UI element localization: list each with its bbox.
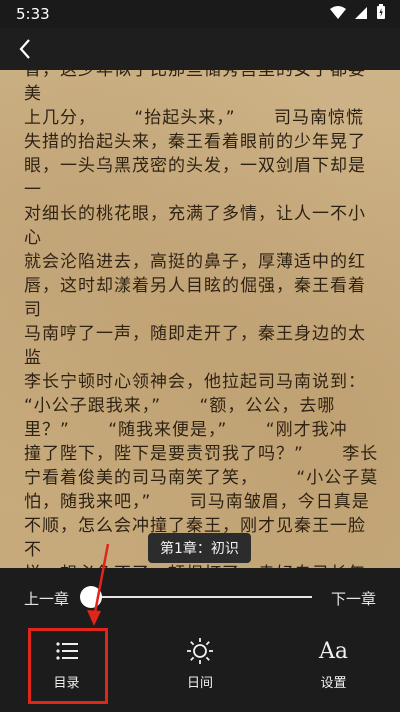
font-settings-icon: Aa (318, 638, 348, 664)
text-line: 唇，这时却漾着另人目眩的倔强，秦王看着司 (24, 276, 366, 320)
reader-top-bar (0, 28, 400, 70)
text-line: 李长宁顿时心领神会，他拉起司马南说到： (24, 372, 366, 392)
status-icons (330, 4, 386, 24)
reader-page[interactable]: 曾，这少年似乎比那些储秀宫里的女子都要美上几分， “抬起头来，” 司马南惊慌 失措… (0, 70, 400, 568)
chevron-left-icon (19, 39, 30, 59)
text-line: 上几分， “抬起头来，” 司马南惊慌 (24, 108, 364, 128)
chapter-progress-thumb[interactable] (80, 586, 102, 608)
text-line: 对细长的桃花眼，充满了多情，让人一不小心 (24, 204, 366, 248)
chapter-progress-track[interactable] (92, 596, 312, 598)
text-line: 就会沦陷进去，高挺的鼻子，厚薄适中的红 (24, 252, 366, 272)
annotation-highlight-box (28, 628, 108, 704)
text-line: 怕，随我来吧，” 司马南皱眉，今日真是 (24, 492, 370, 512)
tab-day-mode[interactable]: 日间 (134, 634, 267, 708)
text-line: 马南哼了一声，随即走开了，秦王身边的太监 (24, 324, 366, 368)
tab-day-mode-label: 日间 (186, 676, 213, 691)
chapter-navigation: 上一章 下一章 (0, 568, 400, 626)
wifi-icon (330, 5, 346, 24)
prev-chapter-button[interactable]: 上一章 (24, 588, 69, 609)
text-line: 里？” “随我来便是，” “刚才我冲 (24, 420, 348, 440)
text-line: 宁看着俊美的司马南笑了笑， “小公子莫 (24, 468, 379, 488)
text-line: 曾，这少年似乎比那些储秀宫里的女子都要美 (24, 70, 366, 104)
signal-icon (354, 5, 368, 24)
tab-settings[interactable]: Aa 设置 (267, 634, 400, 708)
chapter-tooltip: 第1章：初识 (148, 533, 251, 563)
status-time: 5:33 (16, 5, 50, 23)
text-line: 眼，一头乌黑茂密的头发，一双剑眉下却是一 (24, 156, 366, 200)
battery-icon (376, 4, 386, 24)
chapter-text: 曾，这少年似乎比那些储秀宫里的女子都要美上几分， “抬起头来，” 司马南惊慌 失措… (24, 70, 382, 568)
text-line: “小公子跟我来，” “额，公公，去哪 (24, 396, 336, 416)
text-line: 撞了陛下，陛下是要责罚我了吗？” 李长 (24, 444, 379, 464)
sun-icon (186, 634, 214, 668)
status-bar: 5:33 (0, 0, 400, 28)
next-chapter-button[interactable]: 下一章 (331, 588, 376, 609)
text-line: 失措的抬起头来，秦王看着眼前的少年晃了 (24, 132, 366, 152)
back-button[interactable] (12, 36, 38, 62)
tab-settings-label: 设置 (320, 676, 347, 691)
